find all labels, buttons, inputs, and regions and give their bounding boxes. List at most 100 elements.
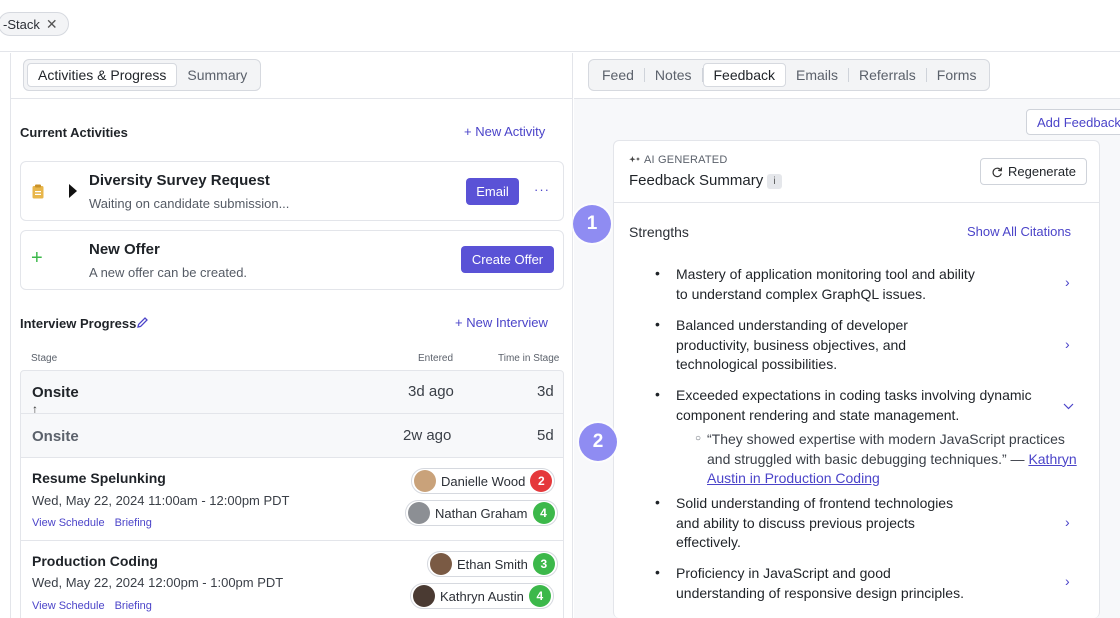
new-interview-link[interactable]: + New Interview — [455, 315, 548, 330]
interview-title: Resume Spelunking — [32, 470, 166, 486]
stage-time: 5d — [537, 427, 554, 444]
strength-item: Exceeded expectations in coding tasks in… — [676, 387, 1032, 423]
ai-generated-label: AI GENERATED — [644, 154, 728, 166]
tab-referrals[interactable]: Referrals — [849, 63, 926, 87]
interviewer-chip[interactable]: Kathryn Austin 4 — [410, 583, 554, 609]
stage-name: Onsite — [32, 428, 79, 445]
briefing-link[interactable]: Briefing — [115, 600, 152, 612]
interview-links: View Schedule Briefing — [32, 517, 152, 529]
close-icon[interactable]: ✕ — [46, 16, 58, 33]
interview-item: Production Coding Wed, May 22, 2024 12:0… — [20, 541, 564, 618]
show-all-citations-link[interactable]: Show All Citations — [967, 224, 1071, 239]
column-entered: Entered — [418, 353, 454, 364]
view-schedule-link[interactable]: View Schedule — [32, 600, 105, 612]
stage-row: Onsite 3d ago 3d ↑ — [20, 370, 564, 416]
feedback-summary-title: Feedback Summary — [629, 172, 764, 189]
tab-notes[interactable]: Notes — [645, 63, 702, 87]
add-feedback-button[interactable]: Add Feedback — [1026, 109, 1120, 135]
feedback-summary-card: AI GENERATED Feedback Summary i Regenera… — [613, 140, 1100, 618]
more-menu-icon[interactable]: ··· — [534, 182, 550, 197]
activity-card: Diversity Survey Request Waiting on cand… — [20, 161, 564, 221]
tab-label: Forms — [936, 67, 977, 83]
avatar — [408, 502, 430, 524]
feedback-panel: Feed Notes Feedback Emails Referrals For… — [574, 53, 1120, 618]
citation-quote: “They showed expertise with modern JavaS… — [707, 430, 1087, 489]
tab-label: Notes — [654, 67, 692, 83]
score-badge: 4 — [532, 502, 555, 524]
column-stage: Stage — [31, 353, 58, 364]
tab-summary[interactable]: Summary — [177, 63, 257, 87]
avatar — [430, 553, 452, 575]
column-time-in-stage: Time in Stage — [498, 353, 560, 364]
interviewer-chip[interactable]: Nathan Graham 4 — [405, 500, 558, 526]
interview-links: View Schedule Briefing — [32, 600, 152, 612]
chevron-right-icon[interactable]: › — [1065, 573, 1070, 589]
interviewer-chip[interactable]: Ethan Smith 3 — [427, 551, 558, 577]
tab-label: Feed — [602, 67, 634, 83]
regenerate-button[interactable]: Regenerate — [980, 158, 1087, 185]
new-activity-link[interactable]: + New Activity — [464, 124, 545, 139]
info-icon[interactable]: i — [767, 174, 782, 189]
strength-item: Balanced understanding of developer prod… — [676, 317, 908, 372]
tab-forms[interactable]: Forms — [927, 63, 987, 87]
strength-item: Proficiency in JavaScript and good under… — [676, 565, 964, 601]
citation-dot: ○ — [695, 433, 702, 444]
strength-item: Solid understanding of frontend technolo… — [676, 495, 954, 550]
tab-label: Emails — [795, 67, 838, 83]
create-offer-button[interactable]: Create Offer — [461, 246, 554, 273]
filter-chip[interactable]: -Stack ✕ — [0, 12, 69, 36]
activity-subtitle: A new offer can be created. — [89, 265, 248, 280]
feedback-summary-header: AI GENERATED Feedback Summary i Regenera… — [614, 141, 1099, 203]
chevron-right-icon[interactable]: › — [1065, 514, 1070, 530]
stage-time: 3d — [537, 383, 554, 400]
interviewer-chip[interactable]: Danielle Wood 2 — [411, 468, 556, 494]
interview-time: Wed, May 22, 2024 11:00am - 12:00pm PDT — [32, 493, 290, 508]
bullet-dot: • — [655, 386, 660, 402]
left-tabbar: Activities & Progress Summary — [11, 53, 572, 99]
tab-label: Summary — [187, 67, 248, 83]
strengths-heading: Strengths — [629, 224, 689, 240]
annotation-marker: 1 — [573, 205, 611, 243]
stage-row: Onsite 2w ago 5d — [20, 413, 564, 458]
activity-title: Diversity Survey Request — [89, 172, 270, 189]
activity-card: + New Offer A new offer can be created. … — [20, 230, 564, 290]
tab-activities-progress[interactable]: Activities & Progress — [27, 63, 178, 87]
email-button[interactable]: Email — [466, 178, 519, 205]
tab-emails[interactable]: Emails — [786, 63, 848, 87]
refresh-icon — [992, 166, 1003, 177]
sparkle-icon — [629, 156, 640, 163]
bullet-dot: • — [655, 265, 660, 281]
avatar — [413, 585, 435, 607]
stage-entered: 3d ago — [408, 383, 454, 400]
annotation-marker: 2 — [579, 423, 617, 461]
interviewer-name: Kathryn Austin — [440, 588, 524, 604]
regenerate-label: Regenerate — [1008, 164, 1076, 179]
tab-feedback[interactable]: Feedback — [702, 63, 786, 87]
bullet-dot: • — [655, 564, 660, 580]
chevron-right-icon[interactable]: › — [1065, 274, 1070, 290]
right-tabbar: Feed Notes Feedback Emails Referrals For… — [574, 53, 1120, 99]
interview-time: Wed, May 22, 2024 12:00pm - 1:00pm PDT — [32, 575, 284, 590]
plus-icon: + — [31, 247, 43, 269]
score-badge: 4 — [528, 585, 551, 607]
clipboard-icon — [32, 184, 44, 199]
right-tab-group: Feed Notes Feedback Emails Referrals For… — [588, 59, 991, 91]
score-badge: 2 — [530, 470, 553, 492]
caret-right-icon[interactable] — [68, 184, 78, 198]
tab-feed[interactable]: Feed — [592, 63, 644, 87]
interviewer-name: Danielle Wood — [441, 473, 526, 489]
tab-label: Referrals — [859, 67, 916, 83]
chevron-right-icon[interactable]: › — [1065, 336, 1070, 352]
score-badge: 3 — [532, 553, 555, 575]
pencil-icon[interactable] — [136, 316, 149, 329]
chevron-down-icon[interactable] — [1063, 403, 1074, 410]
stage-entered: 2w ago — [403, 427, 452, 444]
current-activities-title: Current Activities — [20, 125, 128, 140]
citation-text: “They showed expertise with modern JavaS… — [707, 431, 1065, 467]
tab-label: Feedback — [713, 67, 775, 83]
briefing-link[interactable]: Briefing — [115, 517, 152, 529]
interviewer-name: Nathan Graham — [435, 505, 528, 521]
activity-subtitle: Waiting on candidate submission... — [89, 196, 290, 211]
bullet-dot: • — [655, 494, 660, 510]
view-schedule-link[interactable]: View Schedule — [32, 517, 105, 529]
